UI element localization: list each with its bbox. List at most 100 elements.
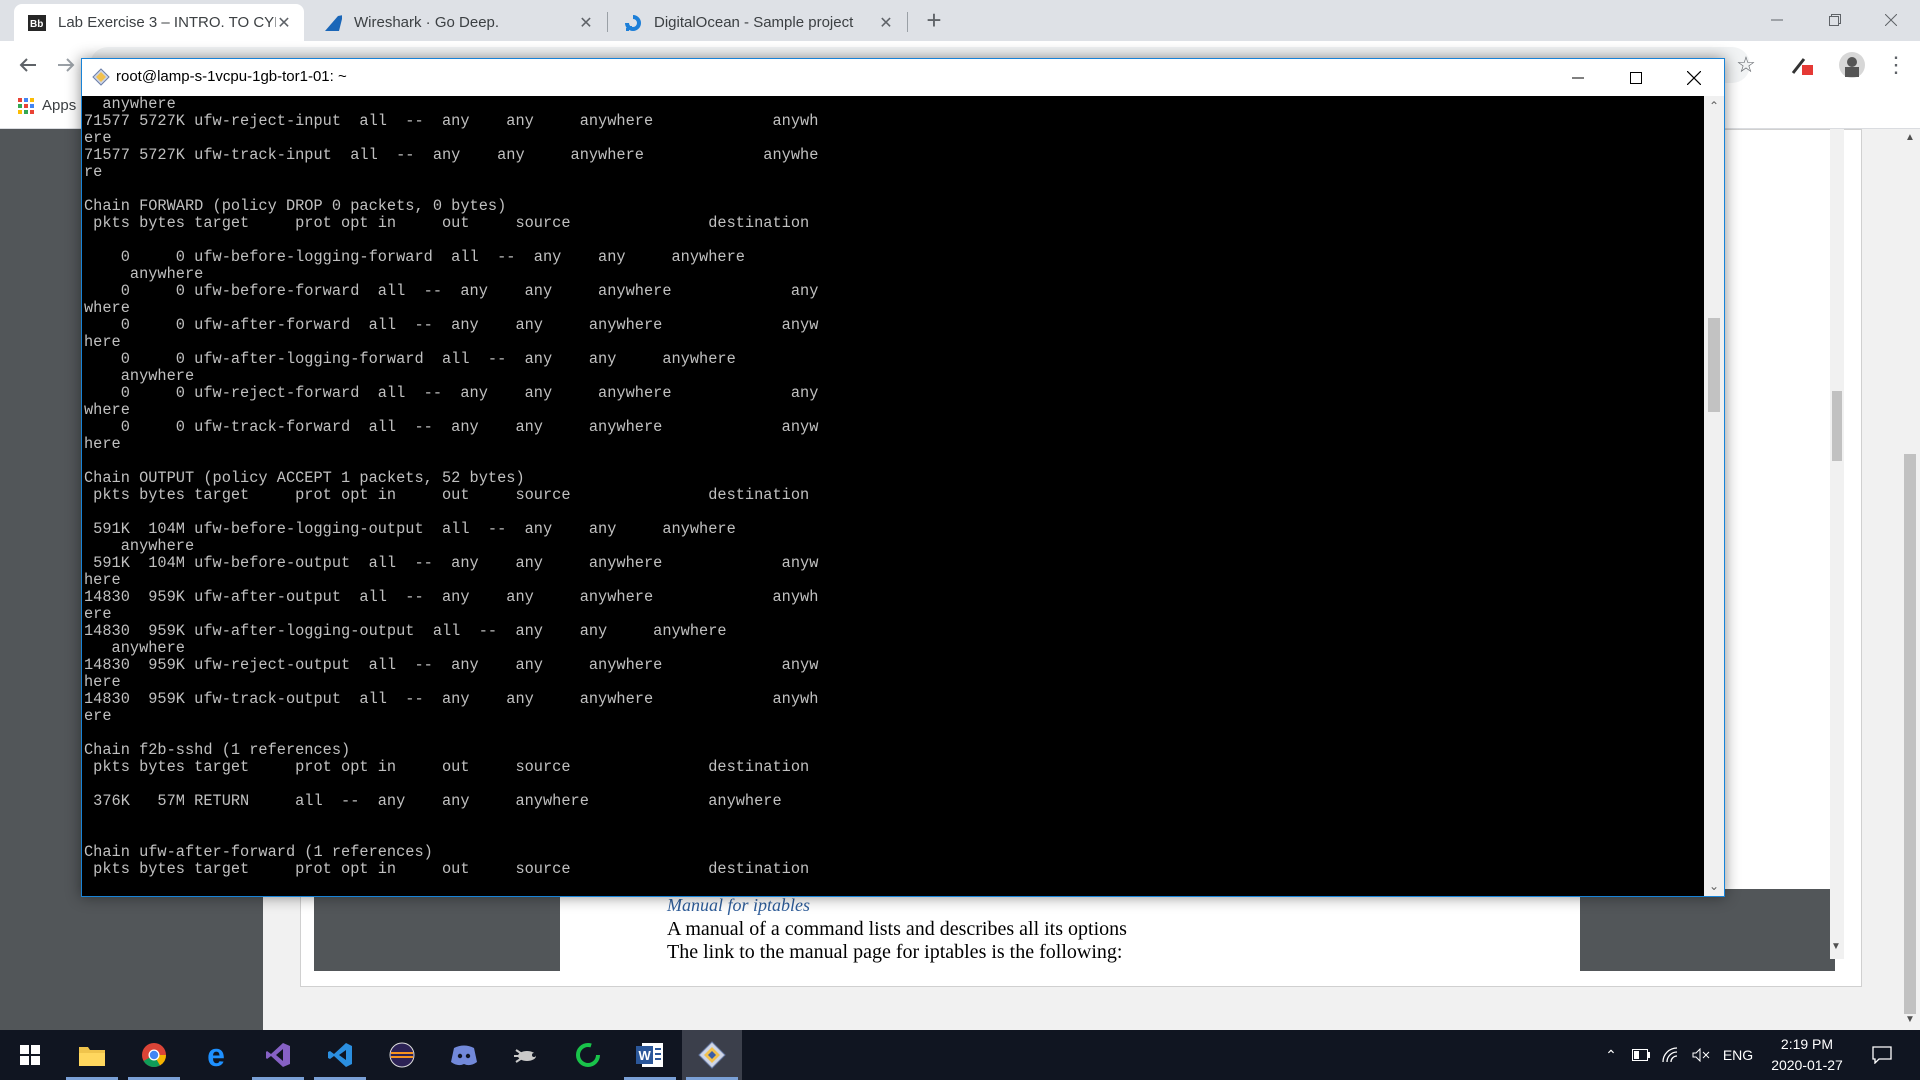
- close-icon[interactable]: ✕: [878, 13, 894, 33]
- clock-date: 2020-01-27: [1771, 1057, 1843, 1073]
- taskbar-vscode[interactable]: [310, 1030, 370, 1080]
- visual-studio-icon: [266, 1043, 290, 1067]
- action-center-button[interactable]: [1862, 1030, 1902, 1080]
- taskbar-app-bug[interactable]: [496, 1030, 556, 1080]
- terminal-titlebar[interactable]: root@lamp-s-1vcpu-1gb-tor1-01: ~: [82, 59, 1724, 96]
- bug-icon: [514, 1049, 536, 1063]
- profile-button[interactable]: [1838, 51, 1866, 79]
- tab-label: Lab Exercise 3 – INTRO. TO CYBE: [58, 14, 276, 31]
- extension-icon: [1791, 58, 1813, 75]
- chrome-icon: [142, 1043, 166, 1068]
- arrow-right-icon: [58, 58, 75, 72]
- terminal-window: root@lamp-s-1vcpu-1gb-tor1-01: ~ anywher…: [81, 58, 1725, 897]
- apps-shortcut[interactable]: Apps: [18, 97, 76, 114]
- tab-label: Wireshark · Go Deep.: [354, 14, 500, 31]
- tab-label: DigitalOcean - Sample project: [654, 14, 854, 31]
- taskbar-edge[interactable]: e: [186, 1030, 246, 1080]
- terminal-text: anywhere 71577 5727K ufw-reject-input al…: [84, 96, 819, 878]
- extension-button[interactable]: [1788, 51, 1816, 79]
- windows-taskbar: e W ⌃ ENG 2:19 PM 2020-01-27: [0, 1030, 1920, 1080]
- scroll-down-icon[interactable]: ▼: [1905, 1014, 1915, 1025]
- terminal-close-button[interactable]: [1665, 59, 1723, 96]
- close-icon[interactable]: ✕: [578, 13, 594, 33]
- folder-icon: [79, 1047, 105, 1066]
- scroll-up-icon[interactable]: ▲: [1905, 132, 1915, 143]
- new-tab-button[interactable]: +: [920, 6, 948, 34]
- taskbar-eclipse[interactable]: [372, 1030, 432, 1080]
- minimize-icon: [1572, 77, 1584, 78]
- clock-time: 2:19 PM: [1780, 1036, 1834, 1052]
- taskbar-file-explorer[interactable]: [62, 1030, 122, 1080]
- forward-button[interactable]: [52, 51, 80, 79]
- minimize-icon: [1771, 19, 1783, 21]
- restore-button[interactable]: [1806, 0, 1864, 40]
- page-scrollbar-thumb[interactable]: [1904, 454, 1916, 1014]
- taskbar-discord[interactable]: [434, 1030, 494, 1080]
- taskbar-putty[interactable]: [682, 1030, 742, 1080]
- chevron-up-icon[interactable]: ⌃: [1704, 96, 1724, 116]
- battery-icon: [1632, 1049, 1650, 1061]
- menu-button[interactable]: ⋮: [1882, 51, 1910, 79]
- putty-icon: [92, 68, 110, 86]
- digitalocean-icon: [624, 14, 642, 32]
- scroll-down-icon[interactable]: ▼: [1831, 941, 1841, 952]
- taskbar-visual-studio[interactable]: [248, 1030, 308, 1080]
- chevron-up-icon: ⌃: [1605, 1046, 1617, 1063]
- kebab-menu-icon: ⋮: [1885, 52, 1907, 77]
- terminal-scrollbar-thumb[interactable]: [1708, 318, 1720, 412]
- tray-overflow-button[interactable]: ⌃: [1598, 1030, 1624, 1080]
- network-indicator[interactable]: [1658, 1030, 1684, 1080]
- putty-icon: [698, 1041, 726, 1069]
- volume-muted-icon: [1692, 1048, 1710, 1062]
- word-icon: W: [636, 1043, 663, 1067]
- volume-indicator[interactable]: [1688, 1030, 1714, 1080]
- svg-text:Bb: Bb: [30, 19, 43, 30]
- blackboard-icon: Bb: [28, 14, 46, 32]
- document-heading: Manual for iptables: [667, 895, 810, 915]
- taskbar-word[interactable]: W: [620, 1030, 680, 1080]
- restore-icon: [1829, 14, 1841, 26]
- document-scrollbar-thumb[interactable]: [1832, 391, 1842, 461]
- wireshark-icon: [324, 14, 342, 32]
- document-text: The link to the manual page for iptables…: [667, 941, 1123, 963]
- maximize-icon: [1630, 71, 1642, 84]
- document-text: A manual of a command lists and describe…: [667, 918, 1127, 940]
- terminal-scrollbar[interactable]: ⌃ ⌄: [1704, 96, 1724, 896]
- eclipse-icon: [389, 1042, 415, 1068]
- arrow-left-icon: [19, 58, 36, 72]
- browser-tabstrip: Bb Lab Exercise 3 – INTRO. TO CYBE ✕ Wir…: [0, 0, 1920, 41]
- wifi-icon: [1662, 1047, 1678, 1063]
- tab-separator: [907, 12, 908, 32]
- document-scrollbar[interactable]: [1830, 129, 1844, 959]
- terminal-title: root@lamp-s-1vcpu-1gb-tor1-01: ~: [116, 68, 347, 85]
- document-page: Manual for iptables A manual of a comman…: [560, 889, 1580, 971]
- apps-grid-icon: [18, 97, 34, 114]
- bookmark-star-button[interactable]: ☆: [1732, 51, 1760, 79]
- close-window-button[interactable]: [1862, 0, 1920, 40]
- close-icon: [1885, 14, 1897, 26]
- minimize-button[interactable]: [1748, 0, 1806, 40]
- terminal-minimize-button[interactable]: [1549, 59, 1607, 96]
- chevron-down-icon[interactable]: ⌄: [1704, 876, 1724, 896]
- terminal-output[interactable]: anywhere 71577 5727K ufw-reject-input al…: [82, 96, 1704, 896]
- edge-icon: e: [207, 1036, 225, 1073]
- windows-logo-icon: [20, 1045, 40, 1065]
- start-button[interactable]: [0, 1030, 60, 1080]
- tab-digitalocean[interactable]: DigitalOcean - Sample project ✕: [610, 4, 906, 41]
- vscode-icon: [328, 1043, 352, 1067]
- terminal-maximize-button[interactable]: [1607, 59, 1665, 96]
- taskbar-app-ring[interactable]: [558, 1030, 618, 1080]
- tab-wireshark[interactable]: Wireshark · Go Deep. ✕: [310, 4, 606, 41]
- taskbar-chrome[interactable]: [124, 1030, 184, 1080]
- battery-indicator[interactable]: [1628, 1030, 1654, 1080]
- tab-lab-exercise[interactable]: Bb Lab Exercise 3 – INTRO. TO CYBE ✕: [14, 4, 304, 41]
- back-button[interactable]: [14, 51, 42, 79]
- svg-text:W: W: [639, 1048, 652, 1063]
- avatar: [1839, 52, 1865, 78]
- discord-icon: [451, 1045, 477, 1066]
- apps-label: Apps: [42, 97, 77, 114]
- taskbar-clock[interactable]: 2:19 PM 2020-01-27: [1752, 1034, 1862, 1076]
- tab-separator: [607, 12, 608, 32]
- notification-icon: [1872, 1046, 1892, 1064]
- close-icon[interactable]: ✕: [276, 13, 292, 33]
